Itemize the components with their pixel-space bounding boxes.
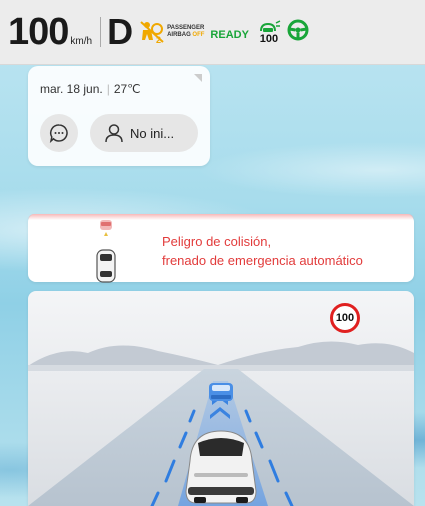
card-corner-marker <box>194 74 202 82</box>
passenger-airbag-off-indicator: 2 PASSENGER AIRBAG OFF <box>139 20 204 44</box>
airbag-icon: 2 <box>140 21 164 44</box>
temperature-label: 27℃ <box>113 82 141 96</box>
alert-line2: frenado de emergencia automático <box>162 253 363 268</box>
airbag-line2: AIRBAG <box>167 32 191 38</box>
steering-wheel-icon <box>287 19 309 40</box>
profile-login-button[interactable]: No ini... <box>90 114 198 152</box>
messages-button[interactable] <box>40 114 78 152</box>
airbag-line1: PASSENGER <box>167 25 205 31</box>
airbag-off-label: OFF <box>192 32 205 38</box>
steering-assist-indicator <box>287 19 309 46</box>
profile-label: No ini... <box>130 125 175 141</box>
user-icon <box>105 124 123 143</box>
adaptive-cruise-indicator: 100 <box>257 20 281 45</box>
alert-line1: Peligro de colisión, <box>162 234 272 249</box>
chat-bubble-icon <box>49 124 68 143</box>
lead-vehicle <box>209 383 233 401</box>
airbag-text: PASSENGER AIRBAG OFF <box>167 25 204 39</box>
ego-vehicle <box>185 430 257 504</box>
collision-alert: Peligro de colisión, frenado de emergenc… <box>28 214 414 283</box>
speed-unit: km/h <box>70 35 93 47</box>
gear-indicator: D <box>107 11 134 52</box>
date-weather: mar. 18 jun. | 27℃ <box>40 82 141 96</box>
driving-visualization: 100 <box>28 291 414 506</box>
adaptive-cruise-icon <box>259 20 281 32</box>
svg-text:2: 2 <box>156 35 161 44</box>
ready-indicator: READY <box>210 29 249 41</box>
car-top-view-icon <box>96 220 116 283</box>
separator: | <box>106 82 110 96</box>
status-bar: 100 km/h D 2 PASSENGER AIRBAG OFF READY … <box>0 0 425 65</box>
speed-readout: 100 <box>8 10 69 53</box>
info-card: mar. 18 jun. | 27℃ No ini... <box>28 66 210 166</box>
acc-set-speed: 100 <box>259 33 279 45</box>
alert-highlight <box>28 214 414 220</box>
alert-message: Peligro de colisión, frenado de emergenc… <box>162 232 363 270</box>
speed-limit-sign: 100 <box>330 303 360 333</box>
divider <box>100 17 102 47</box>
date-label: mar. 18 jun. <box>40 82 103 96</box>
